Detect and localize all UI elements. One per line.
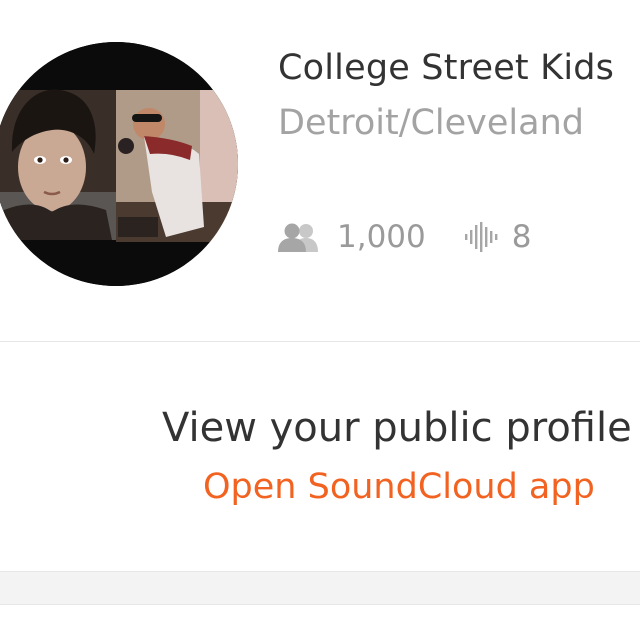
tracks-count: 8: [511, 219, 532, 255]
tracks-stat[interactable]: 8: [464, 219, 532, 255]
followers-stat[interactable]: 1,000: [277, 219, 426, 255]
followers-count: 1,000: [337, 219, 426, 255]
open-soundcloud-app-link[interactable]: Open SoundCloud app: [203, 467, 595, 507]
followers-icon: [277, 222, 323, 252]
profile-stats: 1,000 8: [277, 215, 531, 259]
waveform-icon: [464, 222, 498, 252]
profile-screen: College Street Kids Detroit/Cleveland 1,…: [0, 0, 640, 640]
profile-name: College Street Kids: [278, 48, 615, 88]
bottom-separator-bar: [0, 571, 640, 605]
avatar[interactable]: [0, 42, 238, 286]
section-divider: [0, 341, 640, 342]
avatar-photo: [0, 42, 238, 286]
profile-location: Detroit/Cleveland: [278, 103, 584, 143]
view-public-profile-text: View your public profile: [162, 405, 632, 451]
